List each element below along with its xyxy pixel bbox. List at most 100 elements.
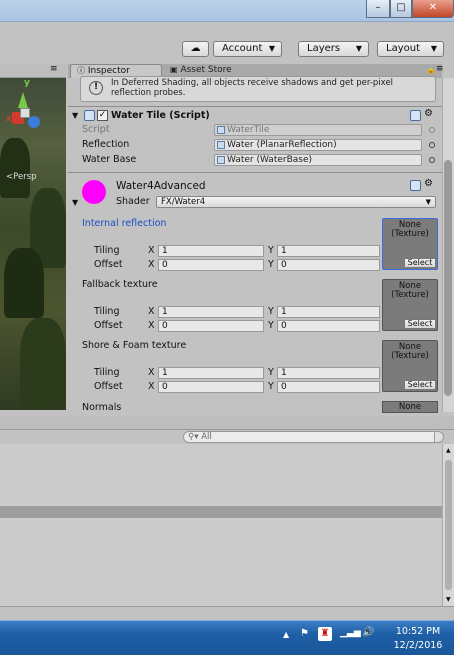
- reflection-field[interactable]: Water (PlanarReflection): [214, 139, 422, 151]
- offset-x-field[interactable]: 0: [158, 259, 264, 271]
- component-enabled-checkbox[interactable]: ✓: [97, 110, 108, 121]
- reflection-field-value: Water (PlanarReflection): [227, 140, 337, 150]
- account-label: Account: [222, 43, 263, 54]
- scene-view[interactable]: y x <Persp: [0, 78, 66, 410]
- scroll-down-icon[interactable]: ▼: [446, 596, 451, 603]
- console-log-list[interactable]: [0, 444, 442, 606]
- clock-time[interactable]: 10:52 PM: [388, 626, 448, 637]
- offset-y-label: Y: [268, 320, 274, 331]
- cloud-button[interactable]: ☁: [182, 41, 209, 57]
- axis-x-label: x: [6, 114, 12, 124]
- close-button[interactable]: ✕: [412, 0, 454, 18]
- chevron-down-icon: ▼: [425, 198, 431, 206]
- texture-select-button[interactable]: Select: [404, 258, 436, 268]
- help-book-icon[interactable]: [410, 180, 421, 191]
- cloud-icon: ☁: [190, 43, 201, 54]
- offset-y-field[interactable]: 0: [277, 320, 380, 332]
- tiling-y-label: Y: [268, 367, 274, 378]
- texture-slot[interactable]: None (Texture) Select: [382, 218, 438, 270]
- texture-section-title: Internal reflection: [82, 218, 167, 229]
- console-search-input[interactable]: ⚲▾ All: [183, 431, 443, 443]
- notification-app-icon[interactable]: ♜: [318, 627, 332, 641]
- script-field: WaterTile: [214, 124, 422, 136]
- status-bar: [0, 606, 454, 620]
- network-signal-icon[interactable]: ▁▃▅: [340, 628, 361, 638]
- foldout-arrow-icon[interactable]: ▼: [72, 198, 78, 207]
- chevron-down-icon: ▼: [355, 44, 362, 53]
- field-label-script: Script: [82, 124, 110, 135]
- console-selected-row[interactable]: [0, 506, 442, 518]
- gizmo-center-icon[interactable]: [20, 108, 30, 118]
- normals-texture-slot[interactable]: None: [382, 401, 438, 413]
- object-picker-icon[interactable]: [429, 157, 435, 163]
- normals-texture-name: None: [398, 402, 422, 412]
- search-icon: ⚲▾: [188, 432, 199, 442]
- tiling-y-field[interactable]: 1: [277, 245, 380, 257]
- menu-icon[interactable]: ≡: [50, 64, 58, 74]
- tiling-y-label: Y: [268, 306, 274, 317]
- layers-dropdown[interactable]: Layers ▼: [298, 41, 369, 57]
- tab-asset-store-label: Asset Store: [180, 65, 232, 75]
- lock-icon[interactable]: 🔒: [426, 65, 436, 74]
- component-title: Water Tile (Script): [111, 110, 210, 121]
- console-search-placeholder: All: [201, 432, 212, 442]
- tiling-y-field[interactable]: 1: [277, 367, 380, 379]
- console-scrollbar[interactable]: ▲ ▼: [442, 444, 454, 606]
- action-center-flag-icon[interactable]: ⚑: [300, 628, 309, 639]
- console-tab-bar: [0, 416, 454, 430]
- tab-inspector-label: Inspector: [87, 66, 130, 76]
- offset-x-label: X: [148, 259, 155, 270]
- show-hidden-icons-icon[interactable]: ▲: [283, 630, 289, 639]
- offset-x-field[interactable]: 0: [158, 381, 264, 393]
- object-picker-icon[interactable]: [429, 142, 435, 148]
- offset-y-field[interactable]: 0: [277, 381, 380, 393]
- water-base-field[interactable]: Water (WaterBase): [214, 154, 422, 166]
- layout-label: Layout: [386, 43, 420, 54]
- info-icon: ⓘ: [77, 66, 85, 75]
- offset-y-label: Y: [268, 259, 274, 270]
- chevron-down-icon: ▼: [268, 44, 275, 53]
- texture-slot[interactable]: None (Texture) Select: [382, 340, 438, 392]
- divider: [68, 172, 442, 173]
- layers-label: Layers: [307, 43, 341, 54]
- help-box: ! In Deferred Shading, all objects recei…: [80, 76, 436, 102]
- gear-icon[interactable]: ⚙: [424, 109, 433, 119]
- texture-select-button[interactable]: Select: [404, 319, 436, 329]
- tiling-x-label: X: [148, 245, 155, 256]
- offset-label: Offset: [94, 381, 123, 392]
- volume-icon[interactable]: 🔊: [362, 627, 374, 638]
- tiling-x-field[interactable]: 1: [158, 306, 264, 318]
- shader-dropdown[interactable]: FX/Water4 ▼: [156, 196, 436, 208]
- tiling-x-label: X: [148, 367, 155, 378]
- account-dropdown[interactable]: Account ▼: [213, 41, 282, 57]
- help-book-icon[interactable]: [410, 110, 421, 121]
- menu-icon[interactable]: ≡: [436, 64, 444, 74]
- texture-slot-name: None (Texture): [391, 281, 429, 300]
- gear-icon[interactable]: ⚙: [424, 179, 433, 189]
- texture-slot[interactable]: None (Texture) Select: [382, 279, 438, 331]
- offset-x-field[interactable]: 0: [158, 320, 264, 332]
- clock-date[interactable]: 12/2/2016: [388, 640, 448, 651]
- help-text: In Deferred Shading, all objects receive…: [111, 78, 394, 98]
- field-label-reflection: Reflection: [82, 139, 130, 150]
- scroll-up-icon[interactable]: ▲: [446, 447, 451, 454]
- perspective-label[interactable]: <Persp: [6, 172, 37, 182]
- maximize-button[interactable]: □: [390, 0, 412, 18]
- tiling-x-field[interactable]: 1: [158, 245, 264, 257]
- chevron-down-icon: ▼: [430, 44, 437, 53]
- minimize-button[interactable]: –: [366, 0, 390, 18]
- tiling-label: Tiling: [94, 306, 120, 317]
- texture-select-button[interactable]: Select: [404, 380, 436, 390]
- offset-y-field[interactable]: 0: [277, 259, 380, 271]
- offset-label: Offset: [94, 320, 123, 331]
- offset-x-label: X: [148, 381, 155, 392]
- layout-dropdown[interactable]: Layout ▼: [377, 41, 444, 57]
- gizmo-y-icon[interactable]: [18, 92, 28, 108]
- inspector-scrollbar-thumb[interactable]: [444, 160, 452, 396]
- foldout-arrow-icon[interactable]: ▼: [72, 111, 78, 120]
- field-label-water-base: Water Base: [82, 154, 137, 165]
- console-scrollbar-thumb[interactable]: [445, 460, 452, 590]
- script-file-icon: [217, 126, 225, 134]
- tiling-y-field[interactable]: 1: [277, 306, 380, 318]
- tiling-x-field[interactable]: 1: [158, 367, 264, 379]
